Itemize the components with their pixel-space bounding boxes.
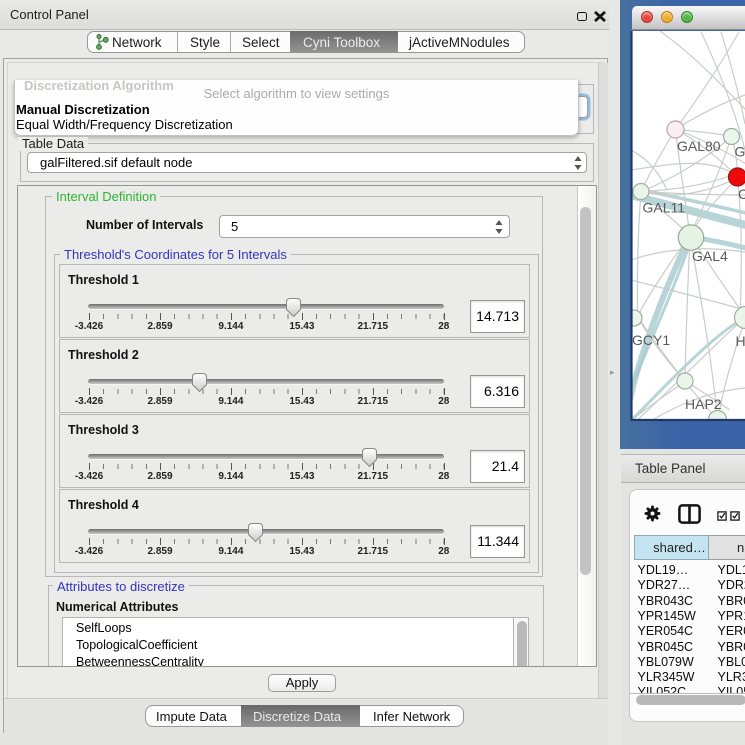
svg-text:GAL4: GAL4 [692,248,728,264]
svg-text:GAL11: GAL11 [643,200,686,216]
svg-text:H: H [736,333,745,349]
svg-text:C: C [738,186,745,202]
svg-text:HAP2: HAP2 [685,396,722,412]
svg-text:GCY1: GCY1 [632,332,670,348]
svg-text:G.: G. [735,144,745,160]
svg-text:GAL80: GAL80 [677,138,721,154]
